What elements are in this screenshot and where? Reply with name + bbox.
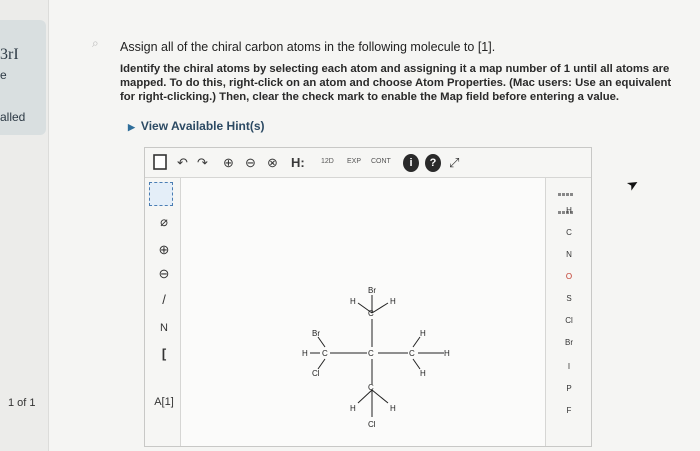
undo-icon[interactable]: ↶ (177, 154, 188, 172)
atom-c-1[interactable]: C (368, 309, 374, 318)
bond-tool-icon[interactable]: / (153, 290, 175, 310)
assignment-card[interactable]: 3rI e alled (0, 20, 46, 135)
element-n-button[interactable]: N (546, 250, 592, 259)
hint-label: View Available Hint(s) (140, 119, 265, 133)
element-h-button[interactable]: H (546, 206, 592, 215)
editor-toolbar: ↶ ↷ ⊕ ⊖ ⊗ H: 12D EXP CONT i ? ⤢ (145, 148, 591, 178)
zoom-out-icon[interactable]: ⊖ (245, 154, 256, 172)
atom-h-top-left[interactable]: H (350, 297, 356, 306)
atom-h-bottom-left[interactable]: H (350, 404, 356, 413)
negative-charge-icon[interactable]: ⊖ (153, 264, 175, 284)
molecule-editor: ↶ ↷ ⊕ ⊖ ⊗ H: 12D EXP CONT i ? ⤢ ⌀ ⊕ ⊖ / … (144, 147, 592, 447)
triangle-right-icon: ▶ (128, 122, 135, 132)
element-c-button[interactable]: C (546, 228, 592, 237)
element-i-button[interactable]: I (546, 362, 592, 371)
expand-button[interactable]: EXP (347, 157, 361, 175)
drawing-canvas[interactable]: Br H H C Br H Cl C C C H H H C H Cl H (182, 179, 544, 445)
new-document-icon[interactable] (153, 154, 167, 172)
question-instructions: Identify the chiral atoms by selecting e… (120, 63, 672, 103)
atom-br-left[interactable]: Br (312, 329, 320, 338)
bracket-tool-icon[interactable]: [ (153, 344, 175, 364)
zoom-in-icon[interactable]: ⊕ (223, 154, 234, 172)
atom-map-tool-icon[interactable]: A[1] (153, 392, 175, 412)
explicit-hydrogens-button[interactable]: H: (291, 154, 305, 172)
atom-cl-left[interactable]: Cl (312, 369, 320, 378)
eraser-icon[interactable]: ⌀ (153, 212, 175, 232)
element-p-button[interactable]: P (546, 384, 592, 393)
atom-c-3[interactable]: C (368, 349, 374, 358)
atom-h-right-bottom[interactable]: H (420, 369, 426, 378)
card-status: alled (0, 110, 26, 124)
molecule-structure: Br H H C Br H Cl C C C H H H C H Cl H (302, 286, 450, 429)
atom-c-4[interactable]: C (409, 349, 415, 358)
atom-h-right-top[interactable]: H (420, 329, 426, 338)
isotope-button[interactable]: 12D (321, 157, 334, 175)
contract-button[interactable]: CONT (371, 157, 391, 175)
element-cl-button[interactable]: Cl (546, 316, 592, 325)
clean-structure-icon[interactable]: ⊗ (267, 154, 278, 172)
left-panel: 3rI e alled 1 of 1 (0, 0, 48, 451)
atom-h-right[interactable]: H (444, 349, 450, 358)
question-marker-icon: ⌕ (92, 36, 99, 50)
help-icon[interactable]: ? (425, 154, 441, 172)
atom-br-top[interactable]: Br (368, 286, 376, 295)
element-o-button[interactable]: O (546, 272, 592, 281)
question-title: Assign all of the chiral carbon atoms in… (120, 40, 496, 54)
view-hints-link[interactable]: ▶ View Available Hint(s) (128, 119, 265, 133)
card-title: 3rI (0, 46, 19, 63)
card-subtitle: e (0, 68, 7, 82)
element-toolbar: H C N O S Cl Br I P F (545, 178, 591, 446)
atom-c-2[interactable]: C (322, 349, 328, 358)
positive-charge-icon[interactable]: ⊕ (153, 240, 175, 260)
element-br-button[interactable]: Br (546, 338, 592, 347)
atom-h-bottom-right[interactable]: H (390, 404, 396, 413)
chain-tool-icon[interactable]: N (153, 318, 175, 338)
redo-icon[interactable]: ↷ (197, 154, 208, 172)
atom-h-left[interactable]: H (302, 349, 308, 358)
atom-c-5[interactable]: C (368, 383, 374, 392)
periodic-table-icon[interactable] (558, 184, 580, 214)
page-counter: 1 of 1 (8, 397, 36, 409)
atom-cl-bottom[interactable]: Cl (368, 420, 376, 429)
element-s-button[interactable]: S (546, 294, 592, 303)
selection-tool-icon[interactable] (149, 182, 173, 206)
atom-h-top-right[interactable]: H (390, 297, 396, 306)
info-icon[interactable]: i (403, 154, 419, 172)
fullscreen-icon[interactable]: ⤢ (449, 154, 459, 172)
left-toolbar: ⌀ ⊕ ⊖ / N [ A[1] (145, 178, 181, 446)
element-f-button[interactable]: F (546, 406, 592, 415)
